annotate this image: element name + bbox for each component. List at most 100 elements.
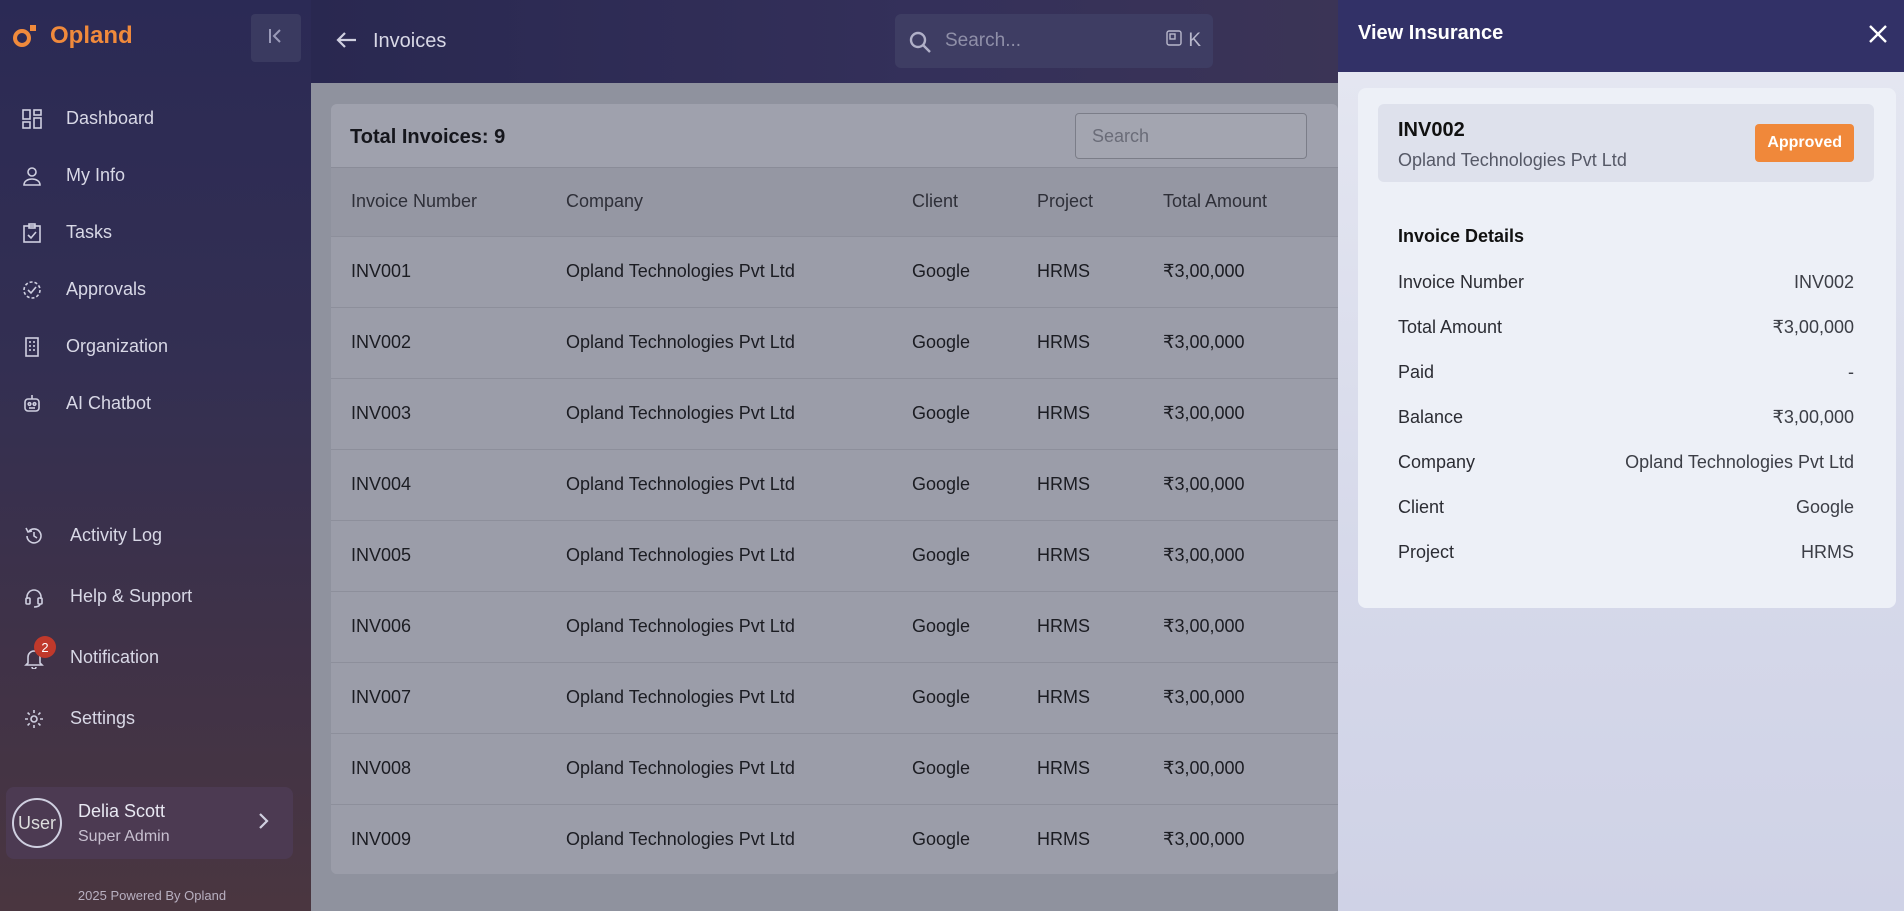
column-header-total-amount[interactable]: Total Amount	[1143, 168, 1338, 236]
table-header-row: Invoice Number Company Client Project To…	[331, 168, 1338, 236]
detail-label: Paid	[1398, 362, 1435, 382]
table-row[interactable]: INV003 Opland Technologies Pvt Ltd Google H…	[331, 377, 1338, 449]
detail-value: -	[1848, 362, 1854, 382]
detail-value: Google	[1795, 497, 1854, 517]
column-header-client[interactable]: Client	[892, 168, 1017, 236]
sidebar-item-label: Settings	[70, 708, 136, 728]
detail-row-project: Project HRMS	[1398, 542, 1854, 566]
user-icon	[18, 162, 46, 190]
sidebar-item-dashboard[interactable]: Dashboard	[0, 90, 311, 147]
cell-client: Google	[892, 803, 1017, 874]
sidebar-item-tasks[interactable]: Tasks	[0, 204, 311, 261]
table-row[interactable]: INV001 Opland Technologies Pvt Ltd Google H…	[331, 235, 1338, 307]
avatar: User	[12, 798, 62, 848]
sidebar-item-settings[interactable]: Settings	[0, 688, 311, 749]
cell-total-amount: ₹3,00,000	[1143, 732, 1338, 804]
cell-company: Opland Technologies Pvt Ltd	[546, 519, 892, 591]
sidebar-footer: 2025 Powered By Opland	[77, 888, 227, 903]
detail-value: INV002	[1793, 272, 1854, 292]
close-icon[interactable]	[1866, 22, 1890, 51]
cell-company: Opland Technologies Pvt Ltd	[546, 590, 892, 662]
table-row[interactable]: INV008 Opland Technologies Pvt Ltd Google H…	[331, 732, 1338, 804]
cell-company: Opland Technologies Pvt Ltd	[546, 235, 892, 307]
gear-icon	[20, 705, 48, 733]
cell-project: HRMS	[1017, 519, 1143, 591]
robot-icon	[18, 390, 46, 418]
collapse-icon	[267, 27, 285, 50]
approvals-icon	[18, 276, 46, 304]
global-search-input[interactable]: Search...	[945, 30, 1145, 52]
detail-label: Invoice Number	[1398, 272, 1525, 292]
table-row[interactable]: INV006 Opland Technologies Pvt Ltd Google H…	[331, 590, 1338, 662]
drawer-title: View Insurance	[1358, 22, 1504, 44]
detail-label: Total Amount	[1398, 317, 1503, 337]
sidebar-item-organization[interactable]: Organization	[0, 318, 311, 375]
detail-value: Opland Technologies Pvt Ltd	[1625, 452, 1854, 472]
chevron-right-icon	[257, 811, 271, 836]
cell-invoice-number: INV001	[331, 235, 546, 307]
cell-total-amount: ₹3,00,000	[1143, 235, 1338, 307]
table-row[interactable]: INV005 Opland Technologies Pvt Ltd Google H…	[331, 519, 1338, 591]
detail-row-invoice-number: Invoice Number INV002	[1398, 272, 1854, 296]
sidebar-item-activity-log[interactable]: Activity Log	[0, 505, 311, 566]
cell-invoice-number: INV006	[331, 590, 546, 662]
user-name: Delia Scott	[78, 800, 166, 821]
detail-row-client: Client Google	[1398, 497, 1854, 521]
sidebar-item-ai-chatbot[interactable]: AI Chatbot	[0, 375, 311, 432]
user-profile-card[interactable]: User Delia Scott Super Admin	[6, 787, 293, 859]
sidebar-bottom-nav: Activity Log Help & Support Notification…	[0, 505, 311, 749]
cell-total-amount: ₹3,00,000	[1143, 661, 1338, 733]
sidebar-item-label: Dashboard	[66, 108, 155, 128]
cell-invoice-number: INV009	[331, 803, 546, 874]
invoice-search-input[interactable]: Search	[1075, 113, 1307, 159]
headset-icon	[20, 583, 48, 611]
cell-client: Google	[892, 448, 1017, 520]
table-row[interactable]: INV002 Opland Technologies Pvt Ltd Google H…	[331, 306, 1338, 378]
notification-count-badge: 2	[34, 636, 56, 658]
total-invoices: Total Invoices: 9	[350, 126, 506, 148]
detail-label: Company	[1398, 452, 1476, 472]
detail-row-total-amount: Total Amount ₹3,00,000	[1398, 317, 1854, 341]
shortcut-key: K	[1188, 30, 1201, 51]
table-row[interactable]: INV004 Opland Technologies Pvt Ltd Google H…	[331, 448, 1338, 520]
command-key-icon	[1166, 30, 1183, 52]
details-title: Invoice Details	[1398, 226, 1525, 246]
cell-company: Opland Technologies Pvt Ltd	[546, 803, 892, 874]
cell-invoice-number: INV003	[331, 377, 546, 449]
sidebar-item-help-support[interactable]: Help & Support	[0, 566, 311, 627]
cell-project: HRMS	[1017, 803, 1143, 874]
invoice-summary: INV002 Opland Technologies Pvt Ltd Appro…	[1378, 104, 1874, 182]
logo[interactable]: Opland	[12, 22, 133, 50]
sidebar-item-label: Activity Log	[70, 525, 163, 545]
cell-company: Opland Technologies Pvt Ltd	[546, 661, 892, 733]
sidebar-item-my-info[interactable]: My Info	[0, 147, 311, 204]
cell-client: Google	[892, 519, 1017, 591]
back-arrow-icon[interactable]	[335, 28, 359, 57]
user-info: Delia Scott Super Admin	[78, 801, 170, 846]
invoice-company: Opland Technologies Pvt Ltd	[1398, 150, 1627, 170]
sidebar-item-approvals[interactable]: Approvals	[0, 261, 311, 318]
tasks-icon	[18, 219, 46, 247]
table-row[interactable]: INV007 Opland Technologies Pvt Ltd Google H…	[331, 661, 1338, 733]
sidebar: Opland Dashboard My Info Tasks Approvals…	[0, 0, 311, 911]
column-header-project[interactable]: Project	[1017, 168, 1143, 236]
cell-invoice-number: INV004	[331, 448, 546, 520]
topbar: Invoices Search... K	[311, 0, 1338, 83]
detail-value: HRMS	[1801, 542, 1854, 562]
sidebar-item-label: AI Chatbot	[66, 393, 152, 413]
cell-project: HRMS	[1017, 661, 1143, 733]
table-row[interactable]: INV009 Opland Technologies Pvt Ltd Google H…	[331, 803, 1338, 874]
global-search[interactable]: Search... K	[895, 14, 1213, 68]
drawer-header: View Insurance	[1338, 0, 1904, 72]
cell-project: HRMS	[1017, 590, 1143, 662]
cell-total-amount: ₹3,00,000	[1143, 519, 1338, 591]
cell-total-amount: ₹3,00,000	[1143, 377, 1338, 449]
cell-client: Google	[892, 590, 1017, 662]
app-name: Opland	[50, 22, 133, 49]
opland-logo-icon	[12, 22, 42, 50]
column-header-company[interactable]: Company	[546, 168, 892, 236]
column-header-invoice-number[interactable]: Invoice Number	[331, 168, 546, 236]
invoices-card: Total Invoices: 9 Search Invoice Number …	[331, 104, 1338, 874]
collapse-sidebar-button[interactable]	[251, 14, 301, 62]
app-root: Opland Dashboard My Info Tasks Approvals…	[0, 0, 1904, 911]
